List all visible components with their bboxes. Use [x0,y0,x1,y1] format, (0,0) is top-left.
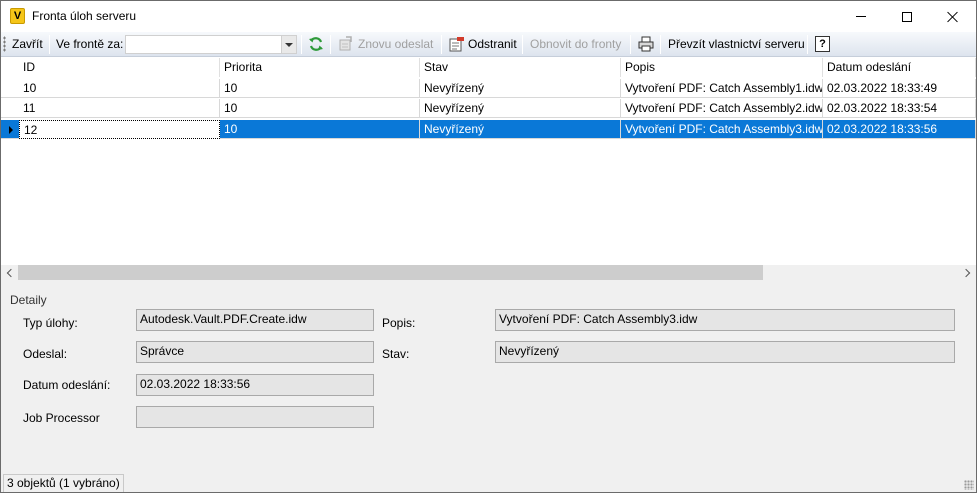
scrollbar-thumb[interactable] [18,265,763,280]
toolbar-separator [522,35,523,54]
job-queue-window: V Fronta úloh serveru Zavřít Ve frontě z… [0,0,977,493]
cell-priority: 10 [220,79,420,98]
toolbar-separator [660,35,661,54]
column-header-date[interactable]: Datum odeslání [823,58,976,77]
toolbar-grip[interactable] [3,36,6,52]
status-bar: 3 objektů (1 vybráno) [1,472,976,492]
column-header-id[interactable]: ID [19,58,220,77]
cell-description: Vytvoření PDF: Catch Assembly3.idw [621,120,823,139]
close-window-button[interactable] [930,1,976,32]
close-icon [947,11,959,23]
toolbar-separator [49,35,50,54]
description-label: Popis: [382,316,416,330]
status-text: 3 objektů (1 vybráno) [3,474,124,492]
cell-id: 12 [19,120,220,139]
vault-app-icon: V [10,8,25,24]
job-type-label: Typ úlohy: [23,316,78,330]
job-processor-label: Job Processor [23,411,100,425]
toolbar-separator [807,35,808,54]
resubmit-button[interactable]: Znovu odeslat [358,36,433,53]
submitted-by-field[interactable]: Správce [136,341,374,363]
table-row[interactable]: 10 10 Nevyřízený Vytvoření PDF: Catch As… [1,79,976,98]
table-row-selected[interactable]: 12 10 Nevyřízený Vytvoření PDF: Catch As… [1,120,976,139]
queue-label: Ve frontě za: [56,37,124,51]
job-type-field[interactable]: Autodesk.Vault.PDF.Create.idw [136,309,374,331]
close-button[interactable]: Zavřít [12,36,43,53]
details-panel: Detaily Typ úlohy: Autodesk.Vault.PDF.Cr… [1,280,976,472]
toolbar-separator [301,35,302,54]
minimize-icon [856,16,866,17]
toolbar-separator [330,35,331,54]
chevron-right-icon [961,268,971,277]
details-title: Detaily [10,293,47,307]
resubmit-icon [339,36,352,51]
column-header-description[interactable]: Popis [621,58,823,77]
queue-combobox[interactable] [125,35,297,54]
column-header-priority[interactable]: Priorita [220,58,420,77]
cell-date: 02.03.2022 18:33:54 [823,99,976,118]
resize-grip-icon[interactable] [964,480,974,490]
help-icon[interactable]: ? [815,36,830,52]
cell-date: 02.03.2022 18:33:49 [823,79,976,98]
cell-date: 02.03.2022 18:33:56 [823,120,976,139]
job-processor-field[interactable] [136,406,374,428]
status-label: Stav: [382,347,410,361]
toolbar-separator [630,35,631,54]
remove-icon [449,37,464,52]
take-ownership-button[interactable]: Převzít vlastnictví serveru [668,36,805,53]
column-header-status[interactable]: Stav [420,58,621,77]
toolbar: Zavřít Ve frontě za: Znovu odeslat Odstr… [1,32,976,57]
grid-header-row: ID Priorita Stav Popis Datum odeslání [1,58,976,77]
title-bar: V Fronta úloh serveru [1,1,976,32]
requeue-button[interactable]: Obnovit do fronty [530,36,621,53]
cell-description: Vytvoření PDF: Catch Assembly1.idw [621,79,823,98]
maximize-icon [902,11,912,22]
cell-priority: 10 [220,120,420,139]
current-row-indicator-icon [9,126,13,134]
cell-description: Vytvoření PDF: Catch Assembly2.idw [621,99,823,118]
cell-priority: 10 [220,99,420,118]
print-icon[interactable] [638,36,654,52]
cell-status: Nevyřízený [420,120,621,139]
status-field[interactable]: Nevyřízený [495,341,955,363]
horizontal-scrollbar[interactable] [1,265,976,280]
minimize-button[interactable] [838,1,884,32]
combobox-dropdown-button[interactable] [281,36,296,53]
table-row[interactable]: 11 10 Nevyřízený Vytvoření PDF: Catch As… [1,99,976,118]
submitted-by-label: Odeslal: [23,347,68,361]
scroll-left-button[interactable] [1,265,18,280]
job-queue-grid: ID Priorita Stav Popis Datum odeslání 10… [1,57,976,265]
cell-id: 10 [19,79,220,98]
refresh-icon[interactable] [308,36,324,52]
window-title: Fronta úloh serveru [32,9,137,23]
submitted-date-field[interactable]: 02.03.2022 18:33:56 [136,374,374,396]
chevron-left-icon [6,268,16,277]
cell-status: Nevyřízený [420,79,621,98]
description-field[interactable]: Vytvoření PDF: Catch Assembly3.idw [495,309,955,331]
cell-status: Nevyřízený [420,99,621,118]
remove-button[interactable]: Odstranit [468,36,517,53]
scroll-right-button[interactable] [959,265,976,280]
toolbar-separator [441,35,442,54]
chevron-down-icon [285,42,293,47]
cell-id: 11 [19,99,220,118]
maximize-button[interactable] [884,1,930,32]
submitted-date-label: Datum odeslání: [23,378,111,392]
